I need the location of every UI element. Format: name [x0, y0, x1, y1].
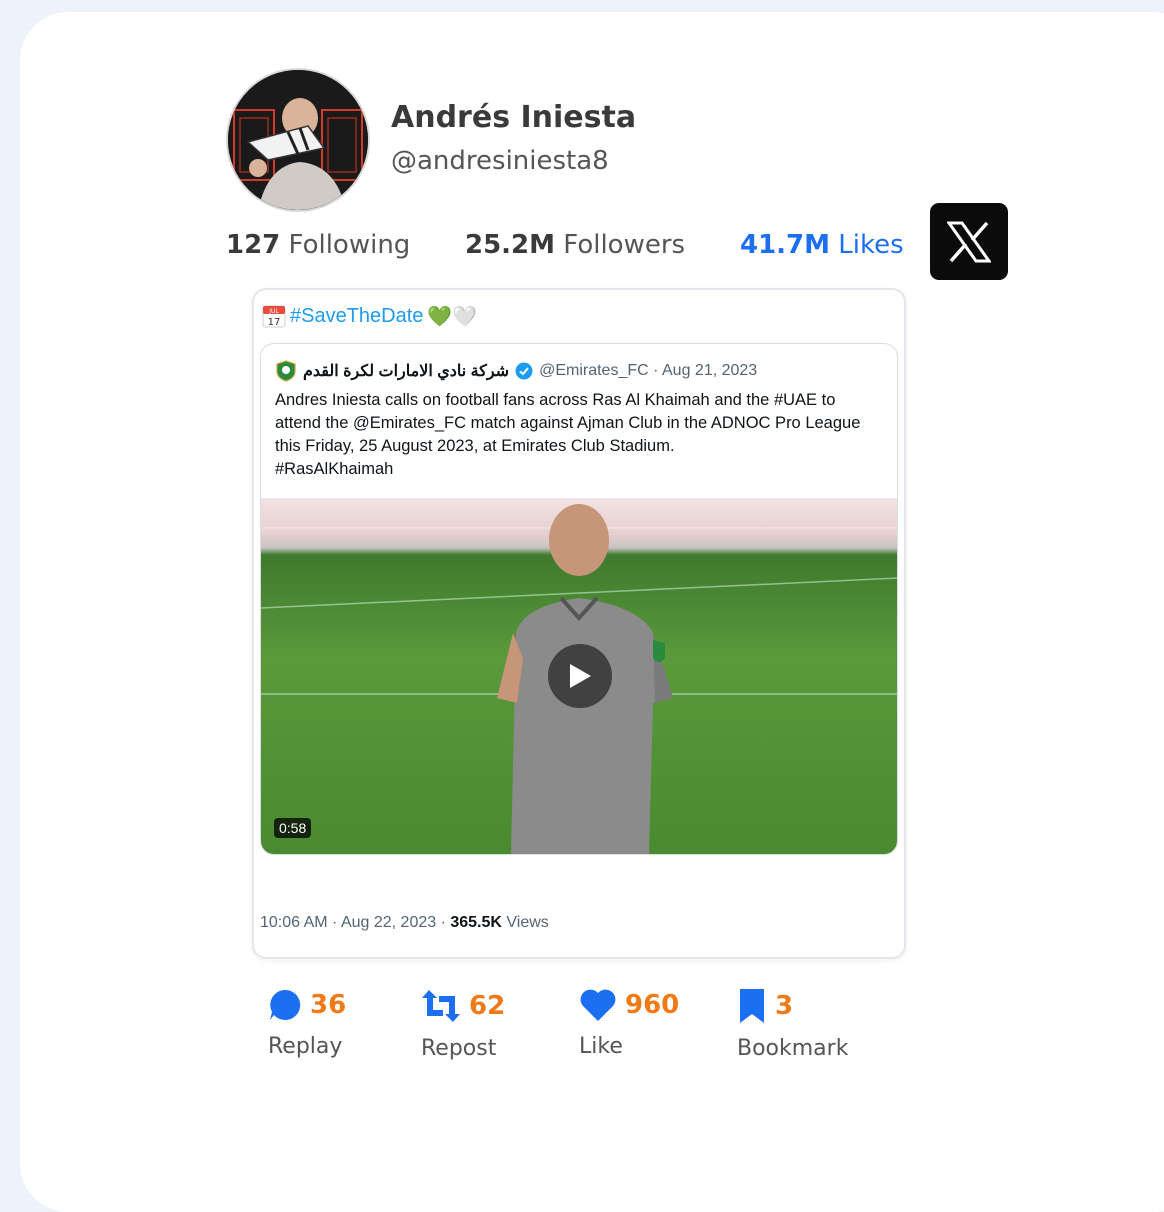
video-player[interactable]: 0:58	[261, 498, 897, 854]
profile-name: Andrés Iniesta	[391, 100, 637, 135]
followers-label: Followers	[563, 230, 686, 260]
views-label: Views	[501, 914, 549, 931]
like-label: Like	[579, 1034, 623, 1059]
play-icon	[570, 664, 591, 688]
calendar-day: 17	[268, 317, 281, 328]
repost-icon	[422, 990, 460, 1022]
x-logo-icon[interactable]	[930, 203, 1008, 280]
tweet-meta: 10:06 AM · Aug 22, 2023 · 365.5K Views	[260, 914, 549, 932]
bookmark-icon	[740, 989, 764, 1023]
avatar-photo	[228, 70, 368, 210]
following-stat[interactable]: 127 Following	[226, 230, 410, 260]
video-duration: 0:58	[274, 818, 312, 838]
quote-line: attend the @Emirates_FC match against Aj…	[275, 414, 861, 432]
club-logo-icon	[276, 360, 296, 382]
bookmark-label: Bookmark	[737, 1036, 849, 1061]
verified-badge-icon	[515, 362, 533, 380]
emojis: 💚🤍	[427, 304, 478, 328]
tweet-timestamp[interactable]: 10:06 AM · Aug 22, 2023 ·	[260, 914, 450, 931]
followers-count: 25.2M	[465, 230, 556, 260]
heart-icon	[580, 989, 616, 1021]
likes-stat[interactable]: 41.7M Likes	[740, 230, 904, 260]
quote-line: Andres Iniesta calls on football fans ac…	[275, 391, 836, 409]
quote-header: شركة نادي الامارات لكرة القدم @Emirates_…	[275, 360, 757, 382]
reply-button[interactable]: 36 Replay	[268, 988, 346, 1059]
bookmark-button[interactable]: 3 Bookmark	[737, 988, 848, 1061]
followers-stat[interactable]: 25.2M Followers	[465, 230, 685, 260]
repost-button[interactable]: 62 Repost	[421, 988, 505, 1061]
calendar-icon: JUL 17	[262, 305, 286, 328]
play-button[interactable]	[548, 644, 612, 708]
tweet-text: JUL 17 #SaveTheDate 💚🤍	[262, 304, 477, 328]
views-count: 365.5K	[450, 914, 502, 931]
reply-icon	[270, 989, 301, 1020]
quoted-tweet[interactable]: شركة نادي الامارات لكرة القدم @Emirates_…	[260, 343, 898, 855]
likes-label: Likes	[838, 230, 904, 260]
likes-count: 41.7M	[740, 230, 831, 260]
quote-author[interactable]: شركة نادي الامارات لكرة القدم	[303, 361, 509, 381]
bookmark-count: 3	[775, 991, 794, 1021]
repost-count: 62	[469, 991, 506, 1021]
tweet-embed[interactable]: JUL 17 #SaveTheDate 💚🤍 شركة نادي الامارا…	[252, 288, 906, 959]
reply-label: Replay	[268, 1034, 343, 1059]
calendar-month: JUL	[268, 308, 279, 315]
profile-handle: @andresiniesta8	[391, 146, 609, 176]
avatar[interactable]	[226, 68, 370, 212]
hashtag-link[interactable]: #SaveTheDate	[290, 305, 423, 328]
quote-body: Andres Iniesta calls on football fans ac…	[275, 389, 885, 481]
following-count: 127	[226, 230, 281, 260]
like-count: 960	[625, 990, 680, 1020]
reply-count: 36	[310, 990, 347, 1020]
quote-handle-date: @Emirates_FC · Aug 21, 2023	[539, 362, 758, 379]
following-label: Following	[288, 230, 411, 260]
quote-line: #RasAlKhaimah	[275, 460, 394, 478]
like-button[interactable]: 960 Like	[579, 988, 679, 1059]
repost-label: Repost	[421, 1036, 497, 1061]
quote-line: this Friday, 25 August 2023, at Emirates…	[275, 437, 675, 455]
